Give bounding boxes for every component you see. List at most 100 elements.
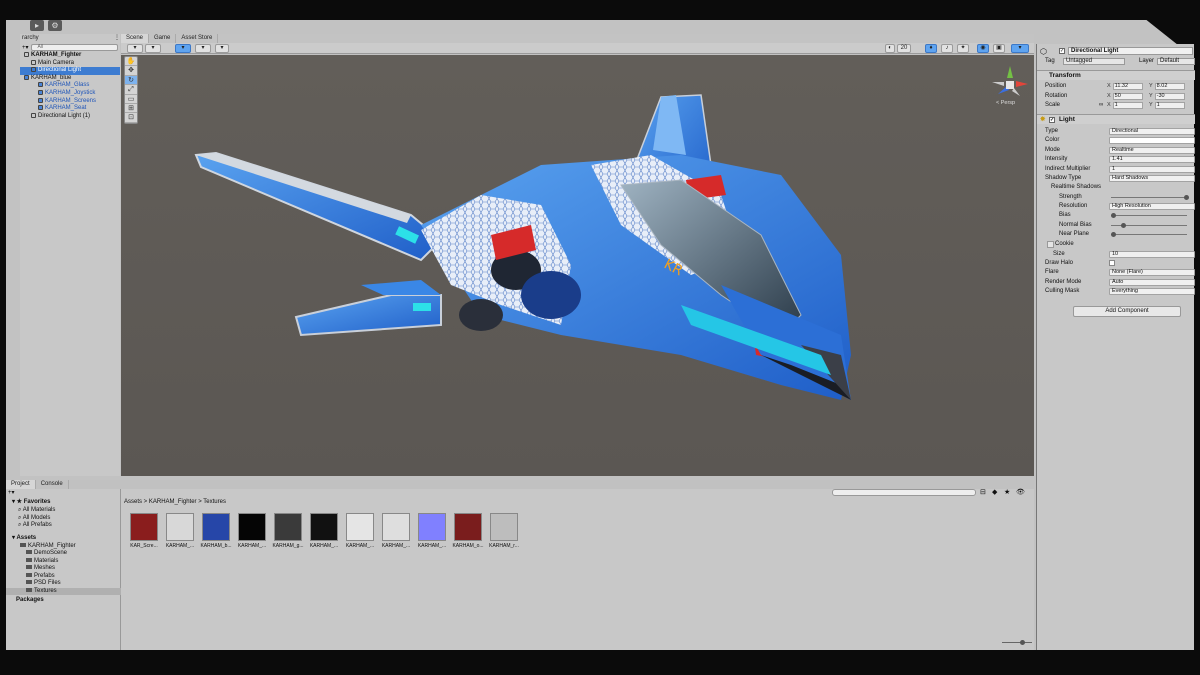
project-search-input[interactable] — [832, 489, 976, 496]
hierarchy-item[interactable]: Directional Light — [20, 67, 120, 75]
object-name-field[interactable]: Directional Light — [1068, 47, 1193, 55]
light-prop-field[interactable] — [1109, 137, 1195, 145]
breadcrumb-karham-fighter[interactable]: KARHAM_Fighter — [149, 499, 197, 505]
asset-label[interactable]: KARHAM_... — [378, 543, 414, 549]
hierarchy-item[interactable]: Directional Light (1) — [20, 112, 120, 121]
tab-project[interactable]: Project — [6, 480, 36, 489]
orientation-gizmo-icon[interactable] — [990, 64, 1030, 104]
light-prop-field[interactable]: 1 — [1109, 165, 1195, 173]
hand-tool-icon[interactable]: ✋ — [125, 57, 137, 67]
asset-label[interactable]: KARHAM_o... — [450, 543, 486, 549]
shading-mode-button[interactable]: ▾ — [127, 44, 143, 53]
play-icon[interactable]: ▸ — [30, 20, 44, 31]
filter-by-type-icon[interactable]: ⊟ — [980, 488, 986, 496]
strength-slider-handle[interactable] — [1184, 195, 1189, 200]
transform-header[interactable]: Transform — [1037, 70, 1195, 80]
favorite-search-icon[interactable]: ★ — [1004, 488, 1010, 496]
layer-dropdown[interactable]: Default — [1157, 58, 1195, 65]
strength-slider[interactable] — [1111, 195, 1189, 200]
link-scale-icon[interactable]: ∞ — [1099, 101, 1103, 110]
normal-bias-slider-handle[interactable] — [1121, 223, 1126, 228]
active-checkbox[interactable]: ✓ — [1059, 48, 1065, 54]
bias-slider[interactable] — [1111, 213, 1187, 218]
asset-label[interactable]: KARHAM_g... — [270, 543, 306, 549]
create-asset-button[interactable]: +▾ — [8, 490, 15, 497]
culling-mask-dropdown[interactable]: Everything — [1109, 288, 1195, 295]
folder-item[interactable]: DemoScene — [26, 550, 67, 557]
asset-thumbnail[interactable] — [274, 513, 302, 541]
rect-tool-icon[interactable]: ▭ — [125, 95, 137, 104]
render-mode-dropdown[interactable]: Auto — [1109, 279, 1195, 286]
render-mode-button[interactable]: ▾ — [145, 44, 161, 53]
asset-thumbnail[interactable] — [490, 513, 518, 541]
asset-label[interactable]: KARHAM_... — [306, 543, 342, 549]
snap-button[interactable]: ▾ — [195, 44, 211, 53]
favorite-item[interactable]: ⌕ All Prefabs — [18, 522, 52, 529]
asset-label[interactable]: KARHAM_... — [342, 543, 378, 549]
asset-label[interactable]: KARHAM_r... — [486, 543, 522, 549]
hierarchy-menu-icon[interactable]: ⋮ — [114, 34, 120, 43]
breadcrumb-assets[interactable]: Assets — [124, 499, 142, 505]
rotation-x-field[interactable]: 50 — [1112, 93, 1143, 100]
custom-tool-icon[interactable]: ⊡ — [125, 113, 137, 123]
persp-label[interactable]: < Persp — [996, 100, 1015, 106]
gizmos-dropdown[interactable]: ▾ — [1011, 44, 1029, 53]
favorite-item[interactable]: ⌕ All Models — [18, 515, 50, 522]
hierarchy-item[interactable]: KARHAM_Seat — [20, 105, 120, 113]
hierarchy-item[interactable]: Main Camera — [20, 59, 120, 68]
asset-thumbnail[interactable] — [454, 513, 482, 541]
favorites-header[interactable]: ▾ ★ Favorites — [12, 499, 50, 506]
scale-x-field[interactable]: 1 — [1112, 102, 1143, 109]
asset-thumbnail[interactable] — [130, 513, 158, 541]
thumbnail-size-handle[interactable] — [1020, 640, 1025, 645]
hierarchy-item[interactable]: KARHAM_Screens — [20, 97, 120, 106]
size-field[interactable]: 10 — [1109, 251, 1195, 258]
fx-toggle-button[interactable]: ✦ — [957, 44, 969, 53]
scene-visibility-button[interactable]: ◉ — [977, 44, 989, 53]
near-plane-slider-handle[interactable] — [1111, 232, 1116, 237]
audio-toggle-button[interactable]: ♪ — [941, 44, 953, 53]
rotation-y-field[interactable]: -30 — [1154, 93, 1185, 100]
scene-viewport[interactable]: KR — [121, 55, 1034, 476]
position-x-field[interactable]: 11.32 — [1112, 83, 1143, 90]
light-prop-field[interactable]: Hard Shadows — [1109, 175, 1195, 182]
near-plane-slider[interactable] — [1111, 232, 1187, 237]
favorite-item[interactable]: ⌕ All Materials — [18, 507, 55, 514]
light-prop-field[interactable]: Directional — [1109, 128, 1195, 135]
flare-field[interactable]: None (Flare) — [1109, 269, 1195, 276]
gizmo-toggle-button[interactable]: ▾ — [175, 44, 191, 53]
hierarchy-item[interactable]: KARHAM_blue — [20, 74, 120, 83]
move-tool-icon[interactable]: ✥ — [125, 66, 137, 76]
normal-bias-slider[interactable] — [1111, 223, 1187, 228]
hidden-packages-icon[interactable]: 👁 — [1016, 488, 1025, 496]
settings-icon[interactable]: ⚙ — [48, 20, 62, 31]
create-button[interactable]: +▾ — [22, 44, 29, 51]
2d-toggle-button[interactable]: ◐ — [885, 44, 895, 53]
tab-asset-store[interactable]: Asset Store — [176, 34, 219, 43]
light-header[interactable]: ✸ ✓ Light — [1037, 114, 1195, 124]
lighting-toggle-button[interactable]: ♦ — [925, 44, 937, 53]
tag-dropdown[interactable]: Untagged — [1063, 58, 1125, 65]
resolution-dropdown[interactable]: High Resolution — [1109, 203, 1195, 210]
asset-label[interactable]: KARHAM_... — [162, 543, 198, 549]
draw-halo-checkbox[interactable] — [1109, 260, 1115, 266]
hierarchy-item[interactable]: KARHAM_Fighter — [20, 52, 120, 60]
folder-karham-fighter[interactable]: KARHAM_Fighter — [20, 543, 76, 550]
transform-tool-icon[interactable]: ⊞ — [125, 104, 137, 114]
folder-item[interactable]: Prefabs — [26, 573, 55, 580]
asset-thumbnail[interactable] — [382, 513, 410, 541]
folder-item[interactable]: PSD Files — [26, 580, 61, 587]
packages-header[interactable]: Packages — [16, 597, 44, 604]
hierarchy-item[interactable]: KARHAM_Joystick — [20, 89, 120, 98]
light-prop-field[interactable]: 1.41 — [1109, 156, 1195, 164]
asset-thumbnail[interactable] — [166, 513, 194, 541]
position-y-field[interactable]: 8.02 — [1154, 83, 1185, 90]
scale-y-field[interactable]: 1 — [1154, 102, 1185, 109]
asset-label[interactable]: KAR_Scre... — [126, 543, 162, 549]
asset-thumbnail[interactable] — [310, 513, 338, 541]
tab-scene[interactable]: Scene — [121, 34, 150, 43]
scale-tool-icon[interactable]: ⤢ — [125, 85, 137, 95]
asset-thumbnail[interactable] — [202, 513, 230, 541]
folder-item[interactable]: Textures — [6, 587, 121, 595]
asset-label[interactable]: KARHAM_b... — [198, 543, 234, 549]
